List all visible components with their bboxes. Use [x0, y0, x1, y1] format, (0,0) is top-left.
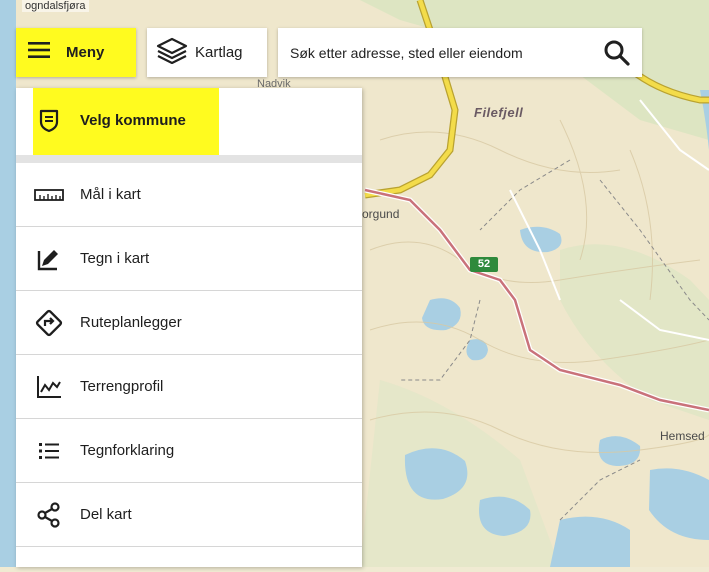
menu-item-label: Mål i kart — [80, 186, 141, 203]
menu-button[interactable]: Meny — [16, 28, 136, 77]
menu-item-measure[interactable]: Mål i kart — [16, 163, 362, 227]
map-layers-button[interactable]: Kartlag — [147, 28, 267, 77]
search-icon[interactable] — [602, 38, 632, 68]
main-menu-panel: Velg kommune Mål i kart Tegn i kart Rute… — [16, 88, 362, 567]
search-bar — [278, 28, 642, 77]
menu-item-label: Tegnforklaring — [80, 442, 175, 459]
share-icon — [34, 500, 64, 530]
select-municipality-label: Velg kommune — [80, 112, 186, 129]
select-municipality-item[interactable]: Velg kommune — [16, 88, 362, 153]
route-icon — [34, 308, 64, 338]
ruler-icon — [34, 180, 64, 210]
menu-item-label: Terrengprofil — [80, 378, 164, 395]
hamburger-icon — [28, 41, 50, 64]
menu-button-label: Meny — [66, 44, 105, 61]
legend-list-icon — [34, 436, 64, 466]
menu-item-route-planner[interactable]: Ruteplanlegger — [16, 291, 362, 355]
menu-item-terrain-profile[interactable]: Terrengprofil — [16, 355, 362, 419]
map-place-label: Hemsed — [660, 429, 705, 443]
map-region-label: Filefjell — [474, 105, 524, 120]
layers-icon — [155, 36, 189, 69]
map-place-label: ogndalsfjøra — [22, 0, 89, 12]
draw-icon — [34, 244, 64, 274]
menu-item-label: Tegn i kart — [80, 250, 150, 267]
municipality-shield-icon — [34, 106, 64, 136]
map-layers-label: Kartlag — [195, 44, 243, 61]
search-input[interactable] — [288, 43, 592, 62]
terrain-profile-icon — [34, 372, 64, 402]
menu-item-legend[interactable]: Tegnforklaring — [16, 419, 362, 483]
menu-item-label: Del kart — [80, 506, 132, 523]
menu-divider — [16, 155, 362, 163]
map-place-label: orgund — [362, 207, 400, 221]
road-number-shield: 52 — [470, 257, 498, 272]
menu-item-draw[interactable]: Tegn i kart — [16, 227, 362, 291]
menu-item-share-map[interactable]: Del kart — [16, 483, 362, 547]
menu-item-label: Ruteplanlegger — [80, 314, 182, 331]
